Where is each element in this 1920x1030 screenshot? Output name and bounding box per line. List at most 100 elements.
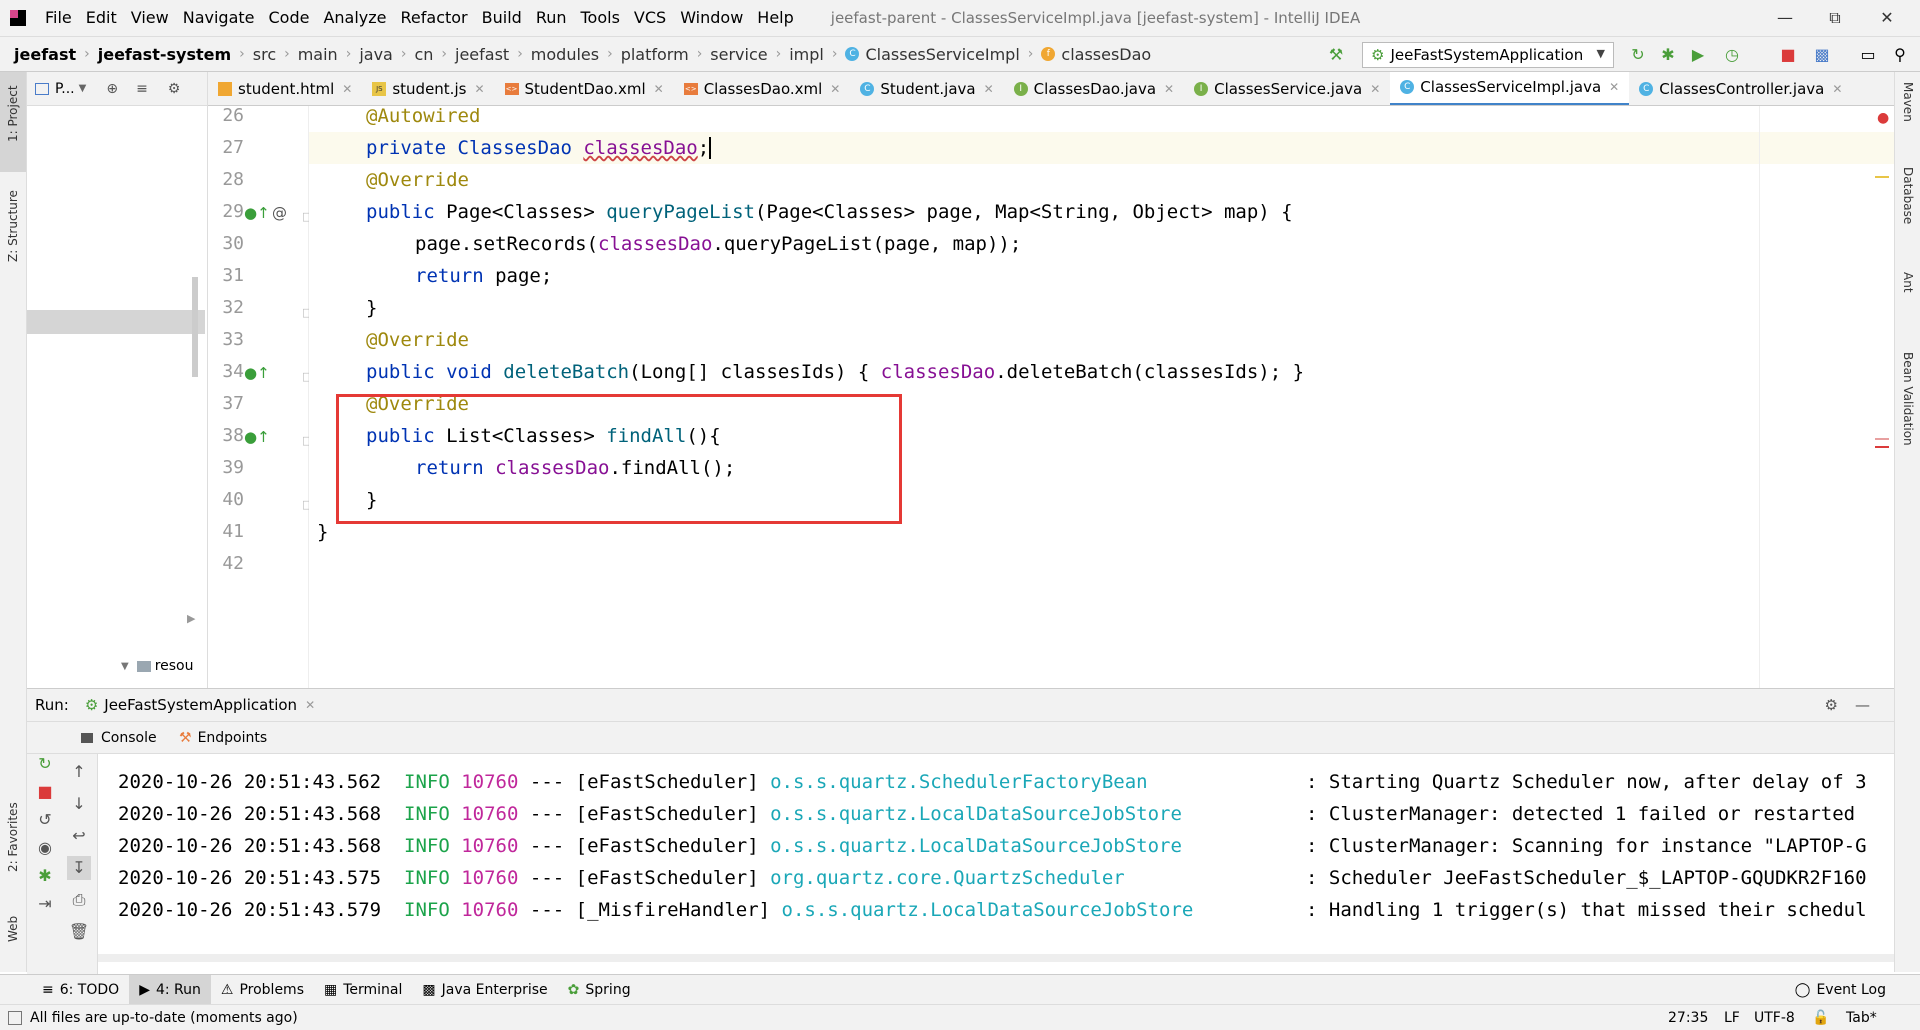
- search-icon[interactable]: ⚲: [1890, 45, 1910, 65]
- coverage-icon[interactable]: ▶: [1688, 45, 1708, 65]
- tab-studentdao-xml[interactable]: <> StudentDao.xml ✕: [495, 72, 674, 105]
- camera-icon[interactable]: ◉: [33, 836, 57, 860]
- menu-window[interactable]: Window: [673, 0, 750, 36]
- status-icon[interactable]: [8, 1010, 22, 1025]
- error-indicator-icon[interactable]: ●: [1877, 110, 1889, 126]
- collapse-icon[interactable]: ≡: [136, 81, 148, 97]
- ant-tool-label[interactable]: Ant: [1901, 272, 1915, 293]
- console-output[interactable]: 2020-10-26 20:51:43.562 INFO 10760 --- […: [98, 754, 1894, 974]
- run-config-tab[interactable]: JeeFastSystemApplication: [104, 696, 297, 714]
- project-structure-icon[interactable]: ▩: [1812, 45, 1832, 65]
- stop-icon[interactable]: ■: [1778, 45, 1798, 65]
- profile-icon[interactable]: ◷: [1722, 45, 1742, 65]
- breadcrumb-jeefast[interactable]: jeefast: [10, 45, 80, 64]
- tool-event-log[interactable]: ◯ Event Log: [1785, 975, 1896, 1005]
- selected-tree-row[interactable]: [27, 310, 205, 334]
- indent-setting[interactable]: Tab*: [1846, 1010, 1877, 1026]
- restore-layout-icon[interactable]: ↺: [33, 808, 57, 832]
- close-icon[interactable]: ✕: [1832, 82, 1842, 96]
- error-stripe[interactable]: [1875, 438, 1889, 440]
- debug-icon[interactable]: ✱: [1658, 45, 1678, 65]
- tab-classesservice-java[interactable]: I ClassesService.java ✕: [1184, 72, 1390, 105]
- tool-spring[interactable]: ✿ Spring: [558, 975, 641, 1005]
- menu-view[interactable]: View: [124, 0, 176, 36]
- project-view-select[interactable]: P...: [55, 81, 75, 97]
- chevron-down-icon[interactable]: ▼: [79, 83, 87, 94]
- restore-icon[interactable]: ⧉: [1810, 0, 1860, 36]
- close-icon[interactable]: ✕: [305, 698, 315, 712]
- line-separator[interactable]: LF: [1724, 1010, 1740, 1026]
- tool-terminal[interactable]: ▦ Terminal: [314, 975, 412, 1005]
- tree-item-resources[interactable]: ▼ resou: [121, 658, 194, 674]
- tool-problems[interactable]: ⚠ Problems: [211, 975, 314, 1005]
- menu-file[interactable]: File: [38, 0, 79, 36]
- implements-method-icon[interactable]: ●↑: [244, 428, 270, 446]
- menu-navigate[interactable]: Navigate: [176, 0, 262, 36]
- close-icon[interactable]: ✕: [1609, 80, 1619, 94]
- tool-todo[interactable]: ≡ 6: TODO: [32, 975, 129, 1005]
- status-message[interactable]: All files are up-to-date (moments ago): [30, 1010, 298, 1026]
- soft-wrap-icon[interactable]: ↩: [67, 824, 91, 848]
- close-icon[interactable]: ✕: [474, 82, 484, 96]
- menu-code[interactable]: Code: [262, 0, 317, 36]
- tab-student-java[interactable]: C Student.java ✕: [850, 72, 1003, 105]
- close-icon[interactable]: ✕: [830, 82, 840, 96]
- breadcrumb-modules[interactable]: modules: [527, 45, 603, 64]
- lock-icon[interactable]: 🔓: [1812, 1010, 1829, 1026]
- breadcrumb-cn[interactable]: cn: [410, 45, 437, 64]
- breadcrumb-jeefast-system[interactable]: jeefast-system: [94, 45, 235, 64]
- editor-gutter[interactable]: 26 27 28 29 30 31 32 33 34 37 38 39 40 4…: [208, 105, 312, 688]
- exit-icon[interactable]: ⇥: [33, 892, 57, 916]
- arrow-up-icon[interactable]: ↑: [67, 760, 91, 784]
- close-icon[interactable]: ✕: [342, 82, 352, 96]
- rerun-icon[interactable]: ↻: [33, 752, 57, 776]
- menu-tools[interactable]: Tools: [574, 0, 627, 36]
- layout-icon[interactable]: ▭: [1858, 45, 1878, 65]
- menu-refactor[interactable]: Refactor: [394, 0, 475, 36]
- at-annotation-icon[interactable]: @: [272, 204, 287, 222]
- menu-run[interactable]: Run: [529, 0, 574, 36]
- tool-run[interactable]: ▶ 4: Run: [129, 974, 211, 1005]
- gear-icon[interactable]: ⚙: [168, 81, 181, 97]
- scroll-to-end-icon[interactable]: ↧: [67, 856, 91, 880]
- breadcrumb-jeefast-pkg[interactable]: jeefast: [451, 45, 513, 64]
- menu-edit[interactable]: Edit: [79, 0, 124, 36]
- menu-vcs[interactable]: VCS: [627, 0, 673, 36]
- minimize-icon[interactable]: —: [1760, 0, 1810, 36]
- warning-stripe[interactable]: [1875, 176, 1889, 178]
- breadcrumb-platform[interactable]: platform: [617, 45, 693, 64]
- close-icon[interactable]: ✕: [1370, 82, 1380, 96]
- breadcrumb-class[interactable]: C ClassesServiceImpl: [841, 45, 1023, 64]
- database-tool-label[interactable]: Database: [1901, 167, 1915, 224]
- web-tool-label[interactable]: Web: [6, 916, 20, 942]
- tab-console[interactable]: Console: [81, 722, 157, 753]
- horizontal-scrollbar[interactable]: [98, 954, 1894, 962]
- scrollbar[interactable]: [192, 277, 198, 377]
- caret-position[interactable]: 27:35: [1668, 1010, 1708, 1026]
- trash-icon[interactable]: 🗑: [67, 920, 91, 944]
- arrow-down-icon[interactable]: ↓: [67, 792, 91, 816]
- close-window-icon[interactable]: ✕: [1862, 0, 1912, 36]
- favorites-tool-label[interactable]: 2: Favorites: [6, 802, 20, 872]
- rerun-icon[interactable]: ↻: [1628, 45, 1648, 65]
- close-icon[interactable]: ✕: [1164, 82, 1174, 96]
- build-hammer-icon[interactable]: ⚒: [1326, 45, 1346, 65]
- maven-tool-label[interactable]: Maven: [1901, 82, 1915, 122]
- menu-analyze[interactable]: Analyze: [316, 0, 393, 36]
- stop-icon[interactable]: ■: [33, 780, 57, 804]
- breadcrumb-src[interactable]: src: [249, 45, 280, 64]
- implements-method-icon[interactable]: ●↑: [244, 364, 270, 382]
- minimize-panel-icon[interactable]: —: [1855, 696, 1870, 714]
- tab-classesserviceimpl-java[interactable]: C ClassesServiceImpl.java ✕: [1390, 72, 1630, 105]
- implements-method-icon[interactable]: ●↑: [244, 204, 270, 222]
- file-encoding[interactable]: UTF-8: [1754, 1010, 1795, 1026]
- close-icon[interactable]: ✕: [654, 82, 664, 96]
- breadcrumb-field[interactable]: f classesDao: [1037, 45, 1155, 64]
- structure-tool-label[interactable]: Z: Structure: [6, 190, 20, 262]
- project-tool-label[interactable]: 1: Project: [6, 85, 20, 142]
- breadcrumb-impl[interactable]: impl: [785, 45, 828, 64]
- menu-help[interactable]: Help: [750, 0, 800, 36]
- breadcrumb-service[interactable]: service: [706, 45, 771, 64]
- run-config-select[interactable]: ⚙ JeeFastSystemApplication ▼: [1362, 42, 1614, 68]
- tab-classesdao-java[interactable]: I ClassesDao.java ✕: [1004, 72, 1184, 105]
